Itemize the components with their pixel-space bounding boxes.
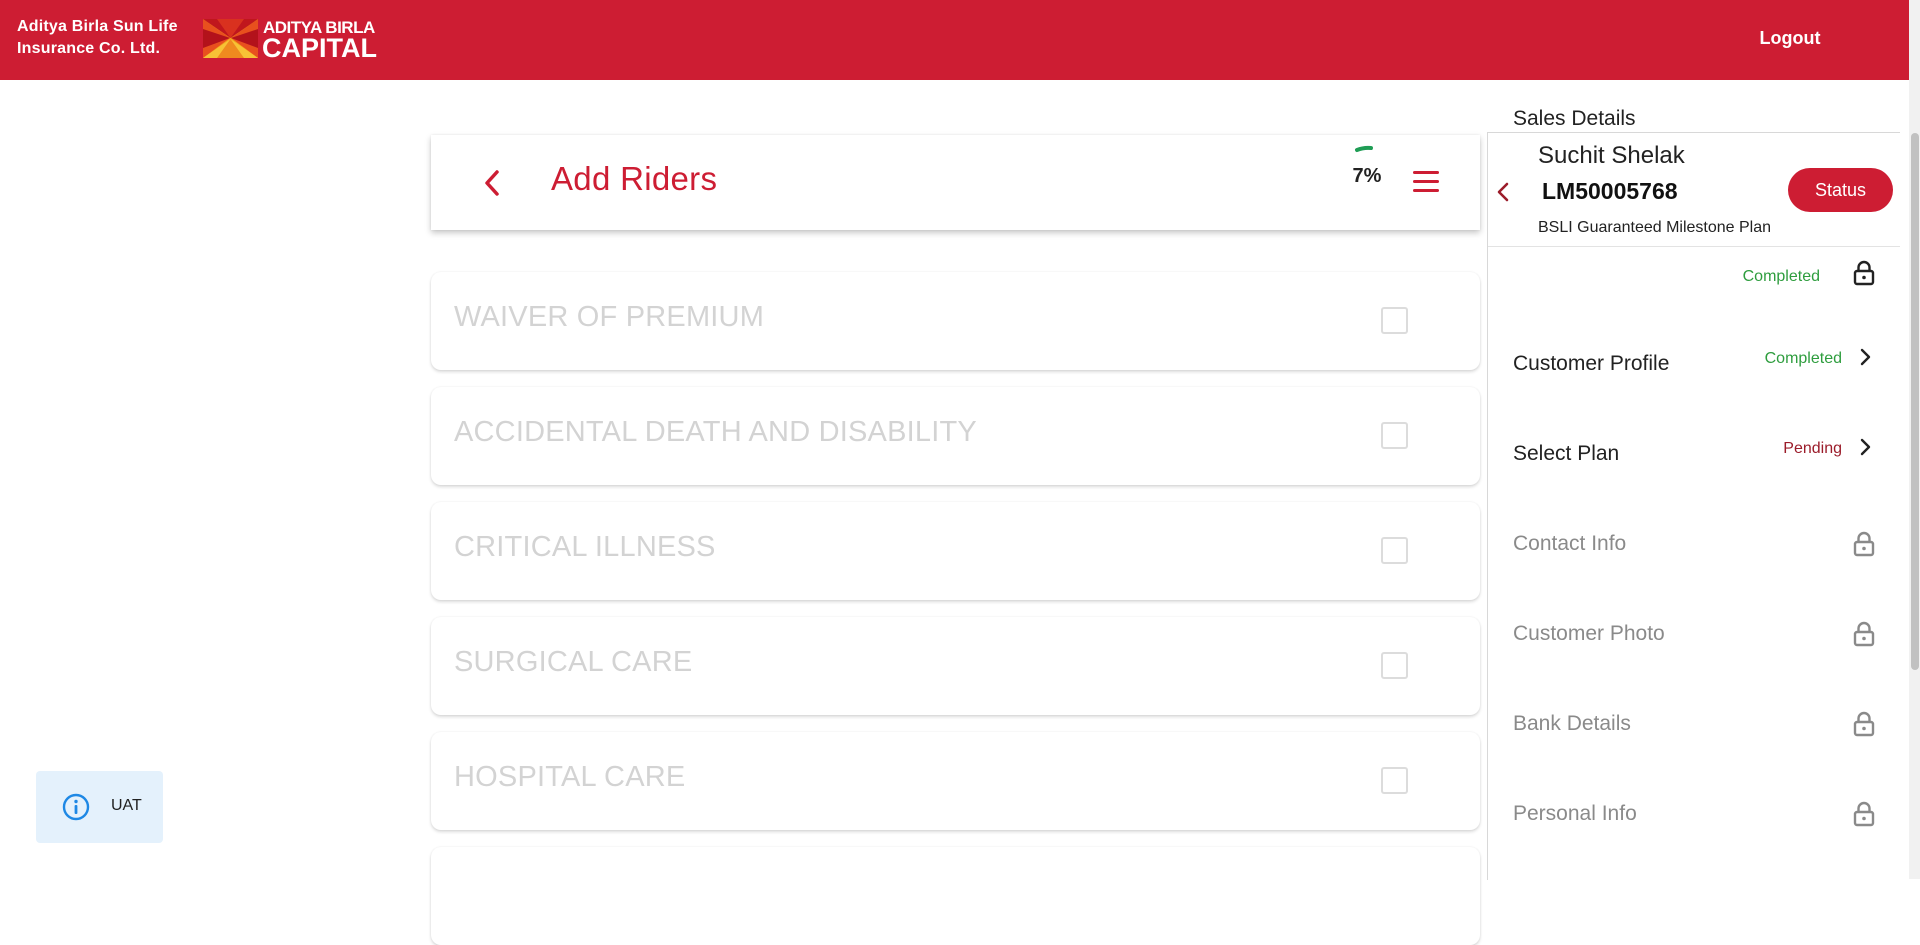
chevron-left-icon[interactable] — [481, 169, 503, 197]
lock-icon — [1853, 621, 1875, 647]
step-status: Pending — [1783, 440, 1842, 457]
rider-label: HOSPITAL CARE — [454, 761, 686, 793]
sunburst-logo-icon — [203, 19, 258, 58]
rider-label: CRITICAL ILLNESS — [454, 531, 716, 563]
top-header-bar: Aditya Birla Sun Life Insurance Co. Ltd.… — [0, 0, 1909, 80]
page-scrollbar-thumb[interactable] — [1911, 133, 1919, 670]
rider-label: WAIVER OF PREMIUM — [454, 301, 765, 333]
application-progress-panel: Suchit Shelak LM50005768 BSLI Guaranteed… — [1487, 107, 1900, 880]
progress-ring-icon — [1355, 145, 1373, 152]
info-icon — [62, 793, 90, 821]
rider-card-accidental-death[interactable]: ACCIDENTAL DEATH AND DISABILITY — [431, 387, 1480, 485]
logo-text-line2: CAPITAL — [262, 33, 377, 63]
uat-environment-badge: UAT — [36, 771, 163, 843]
status-button[interactable]: Status — [1788, 168, 1893, 212]
lock-icon — [1853, 260, 1875, 286]
company-name-line1: Aditya Birla Sun Life — [17, 18, 178, 35]
step-label: Bank Details — [1513, 712, 1631, 735]
progress-percentage: 7% — [1352, 165, 1382, 187]
step-customer-photo: Customer Photo — [1488, 606, 1900, 686]
aditya-birla-capital-logo: ADITYA BIRLA CAPITAL — [203, 18, 377, 63]
step-label: Customer Profile — [1513, 352, 1670, 375]
rider-checkbox[interactable] — [1381, 767, 1408, 794]
rider-checkbox[interactable] — [1381, 422, 1408, 449]
company-name-line2: Insurance Co. Ltd. — [17, 40, 161, 57]
lead-id: LM50005768 — [1542, 178, 1678, 204]
step-label: Select Plan — [1513, 442, 1620, 465]
step-status: Completed — [1764, 350, 1842, 367]
rider-card-waiver-of-premium[interactable]: WAIVER OF PREMIUM — [431, 272, 1480, 370]
rider-card-surgical-care[interactable]: SURGICAL CARE — [431, 617, 1480, 715]
step-status: Completed — [1742, 268, 1820, 285]
step-contact-info: Contact Info — [1488, 516, 1900, 596]
rider-checkbox[interactable] — [1381, 652, 1408, 679]
lock-icon — [1853, 531, 1875, 557]
step-label: Customer Photo — [1513, 622, 1665, 645]
lock-icon — [1853, 711, 1875, 737]
rider-card-hospital-care[interactable]: HOSPITAL CARE — [431, 732, 1480, 830]
rider-checkbox[interactable] — [1381, 307, 1408, 334]
step-customer-profile[interactable]: Customer Profile Completed — [1488, 336, 1900, 416]
rider-card-partial[interactable] — [431, 847, 1480, 945]
chevron-right-icon[interactable] — [1858, 436, 1872, 458]
chevron-left-icon[interactable] — [1496, 181, 1510, 203]
step-personal-info: Personal Info — [1488, 786, 1900, 866]
logout-button[interactable]: Logout — [1740, 28, 1840, 49]
step-label: Contact Info — [1513, 532, 1627, 555]
step-select-plan[interactable]: Select Plan Pending — [1488, 426, 1900, 506]
step-sales-details[interactable]: Sales Details Completed — [1488, 107, 1900, 326]
step-label: Personal Info — [1513, 802, 1637, 825]
rider-card-critical-illness[interactable]: CRITICAL ILLNESS — [431, 502, 1480, 600]
uat-label: UAT — [111, 797, 142, 814]
step-label: Sales Details — [1513, 107, 1636, 130]
customer-name: Suchit Shelak — [1538, 142, 1685, 169]
hamburger-menu-icon[interactable] — [1413, 171, 1439, 195]
page-title: Add Riders — [551, 160, 718, 197]
plan-name: BSLI Guaranteed Milestone Plan — [1538, 219, 1772, 236]
step-bank-details: Bank Details — [1488, 696, 1900, 776]
rider-checkbox[interactable] — [1381, 537, 1408, 564]
chevron-right-icon[interactable] — [1858, 346, 1872, 368]
rider-label: ACCIDENTAL DEATH AND DISABILITY — [454, 416, 977, 448]
company-name: Aditya Birla Sun Life Insurance Co. Ltd. — [17, 16, 178, 60]
rider-label: SURGICAL CARE — [454, 646, 693, 678]
add-riders-header-card: Add Riders 7% — [431, 135, 1480, 230]
customer-summary-header: Suchit Shelak LM50005768 BSLI Guaranteed… — [1488, 133, 1900, 247]
lock-icon — [1853, 801, 1875, 827]
